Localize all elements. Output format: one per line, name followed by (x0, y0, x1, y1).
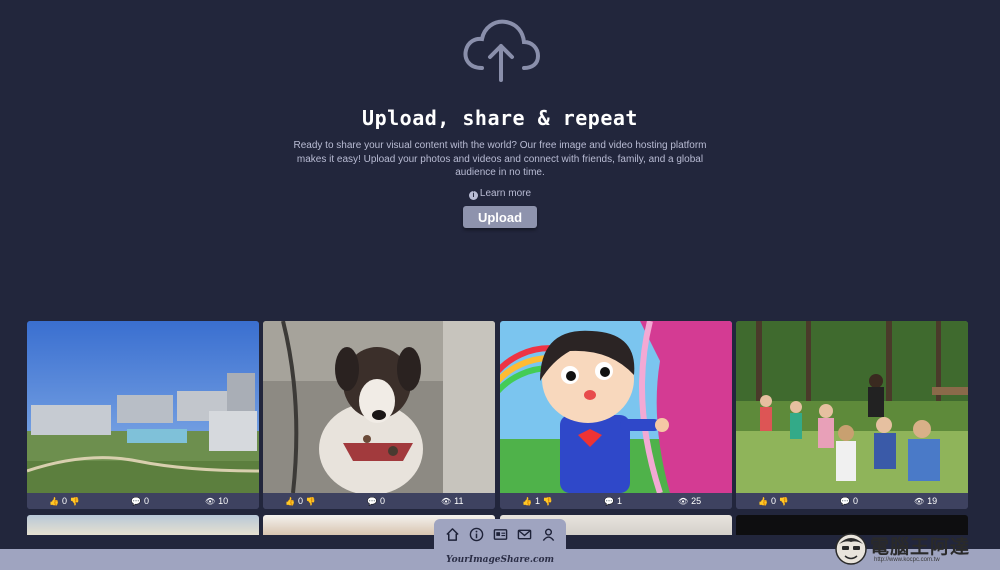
hero-description: Ready to share your visual content with … (293, 140, 707, 178)
mascot-icon (835, 533, 867, 565)
like-count: 0 (61, 496, 67, 506)
like-counter[interactable]: 👍 0 👎 (49, 496, 82, 506)
thumbnail-beach-hotels[interactable] (27, 321, 259, 493)
view-count: 10 (218, 496, 229, 506)
thumbnail-kids-in-woods[interactable] (736, 321, 968, 493)
nav-mail-button[interactable] (515, 525, 533, 543)
thumbs-down-icon[interactable]: 👎 (306, 497, 316, 506)
thumbs-down-icon[interactable]: 👎 (543, 497, 553, 506)
like-counter[interactable]: 👍 0 👎 (758, 496, 791, 506)
comment-icon: 💬 (604, 497, 614, 506)
view-counter: 👁 25 (678, 496, 701, 506)
view-counter: 👁 11 (441, 496, 464, 506)
eye-icon: 👁 (914, 497, 925, 506)
like-count: 0 (297, 496, 303, 506)
comment-counter[interactable]: 💬 0 (367, 496, 385, 506)
like-counter[interactable]: 👍 1 👎 (522, 496, 555, 506)
comment-counter[interactable]: 💬 1 (604, 496, 622, 506)
comment-count: 0 (143, 496, 149, 506)
eye-icon: 👁 (441, 497, 452, 506)
learn-more-link[interactable]: i Learn more (0, 188, 1000, 200)
thumbs-up-icon[interactable]: 👍 (49, 497, 59, 506)
view-counter: 👁 10 (205, 496, 228, 506)
cloud-upload-icon (463, 19, 540, 82)
learn-more-label: Learn more (479, 188, 532, 199)
page-title: Upload, share & repeat (362, 106, 638, 130)
comment-count: 0 (852, 496, 858, 506)
thumbnail-cartoon-girl[interactable] (500, 321, 732, 493)
comment-icon: 💬 (840, 497, 850, 506)
user-icon (542, 528, 554, 541)
media-card[interactable]: 👍 1 👎 💬 1 👁 25 (500, 321, 732, 509)
info-icon (469, 527, 483, 541)
nav-home-button[interactable] (443, 525, 461, 543)
comment-count: 1 (616, 496, 622, 506)
view-count: 25 (691, 496, 702, 506)
media-card[interactable]: 👍 0 👎 💬 0 👁 19 (736, 321, 968, 509)
view-count: 19 (927, 496, 938, 506)
watermark-text: 電腦王阿達 (870, 536, 971, 558)
view-counter: 👁 19 (914, 496, 937, 506)
comment-count: 0 (379, 496, 385, 506)
thumbs-up-icon[interactable]: 👍 (522, 497, 532, 506)
id-card-icon (493, 528, 507, 540)
like-counter[interactable]: 👍 0 👎 (285, 496, 318, 506)
comment-icon: 💬 (131, 497, 141, 506)
comment-counter[interactable]: 💬 0 (840, 496, 858, 506)
view-count: 11 (454, 496, 464, 506)
thumbnail-dog[interactable] (263, 321, 495, 493)
card-stats-bar: 👍 0 👎 💬 0 👁 11 (263, 493, 495, 509)
media-card[interactable]: 👍 0 👎 💬 0 👁 10 (27, 321, 259, 509)
home-icon (445, 527, 459, 541)
thumbs-down-icon[interactable]: 👎 (779, 497, 789, 506)
nav-info-button[interactable] (467, 525, 485, 543)
nav-cards-button[interactable] (491, 525, 509, 543)
card-stats-bar: 👍 1 👎 💬 1 👁 25 (500, 493, 732, 509)
like-count: 1 (534, 496, 540, 506)
upload-button[interactable]: Upload (463, 206, 537, 228)
thumbs-up-icon[interactable]: 👍 (285, 497, 295, 506)
comment-counter[interactable]: 💬 0 (131, 496, 149, 506)
media-card[interactable]: 👍 0 👎 💬 0 👁 11 (263, 321, 495, 509)
thumbs-down-icon[interactable]: 👎 (70, 497, 80, 506)
card-stats-bar: 👍 0 👎 💬 0 👁 19 (736, 493, 968, 509)
mail-icon (517, 529, 531, 539)
watermark: 電腦王阿達 http://www.kocpc.com.tw (834, 530, 994, 568)
media-card-partial[interactable] (27, 515, 259, 535)
nav-profile-button[interactable] (539, 525, 557, 543)
info-icon: i (468, 191, 478, 200)
eye-icon: 👁 (678, 497, 689, 506)
like-count: 0 (770, 496, 776, 506)
comment-icon: 💬 (367, 497, 377, 506)
watermark-url: http://www.kocpc.com.tw (874, 557, 940, 563)
bottom-nav (434, 519, 566, 549)
thumbs-up-icon[interactable]: 👍 (758, 497, 768, 506)
card-stats-bar: 👍 0 👎 💬 0 👁 10 (27, 493, 259, 509)
eye-icon: 👁 (205, 497, 216, 506)
